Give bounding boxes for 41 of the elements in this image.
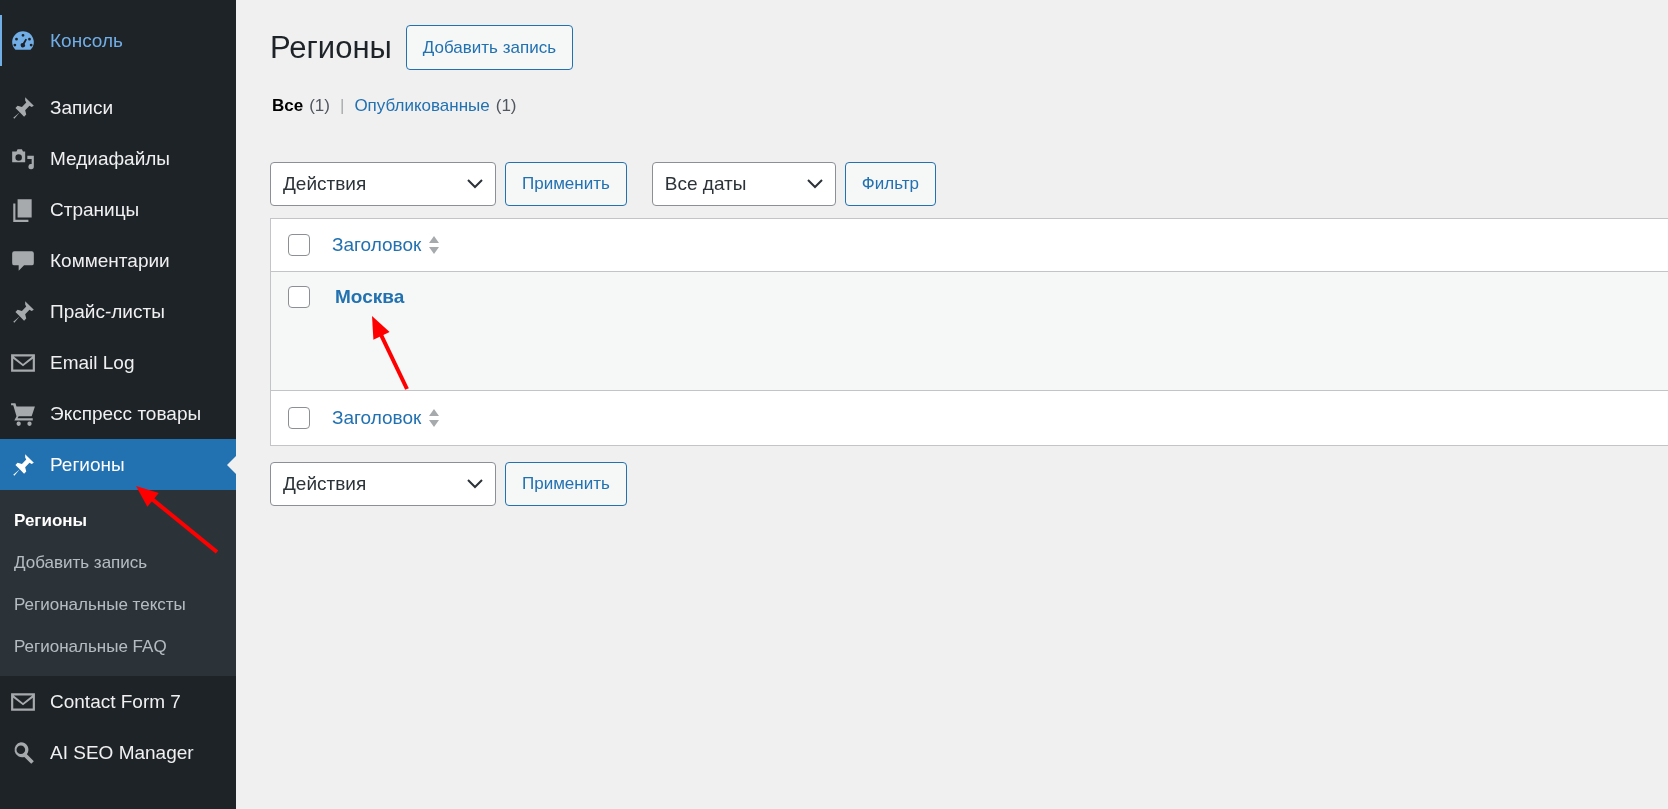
dates-select[interactable]: Все даты [651,162,836,206]
current-item-pointer [227,455,236,474]
sidebar-item[interactable]: Contact Form 7 [0,676,236,727]
submenu-item[interactable]: Региональные тексты [0,584,236,626]
separator: | [339,96,345,116]
cart-icon [10,400,36,427]
count: (1) [309,96,330,116]
checkbox[interactable] [288,286,310,308]
checkbox[interactable] [288,234,310,256]
submenu-item[interactable]: Добавить запись [0,542,236,584]
chevron-down-icon [467,479,483,489]
sort-icon [429,236,440,254]
chevron-down-icon [467,179,483,189]
filter-link[interactable]: Опубликованные [354,96,490,116]
column-header[interactable]: Заголовок [332,407,422,429]
add-new-button[interactable]: Добавить запись [405,25,573,70]
sidebar-item[interactable]: Прайс-листы [0,286,236,337]
bulk-actions-select[interactable]: Действия [270,162,496,206]
sidebar-item[interactable]: Email Log [0,337,236,388]
post-title-link[interactable]: Москва [335,286,405,308]
sidebar-item[interactable]: Регионы [0,439,236,490]
count: (1) [495,96,517,116]
filter-button[interactable]: Фильтр [844,162,936,206]
page-title: Регионы [270,29,392,66]
sidebar-item[interactable]: Страницы [0,184,236,235]
submenu-item[interactable]: Регионы [0,500,236,542]
sidebar-item[interactable]: Медиафайлы [0,133,236,184]
chevron-down-icon [806,179,823,189]
sort-icon [429,409,440,427]
sidebar-item[interactable]: Консоль [0,15,236,66]
apply-button[interactable]: Применить [505,462,627,506]
sidebar-item[interactable]: AI SEO Manager [0,727,236,778]
apply-button[interactable]: Применить [505,162,627,206]
sidebar-item[interactable]: Экспресс товары [0,388,236,439]
bulk-actions-select[interactable]: Действия [270,462,496,506]
sidebar-item[interactable]: Записи [0,82,236,133]
filter-link[interactable]: Все [272,96,304,116]
column-header[interactable]: Заголовок [332,234,422,256]
sidebar-item[interactable]: Комментарии [0,235,236,286]
checkbox[interactable] [288,407,310,429]
submenu-item[interactable]: Региональные FAQ [0,626,236,668]
